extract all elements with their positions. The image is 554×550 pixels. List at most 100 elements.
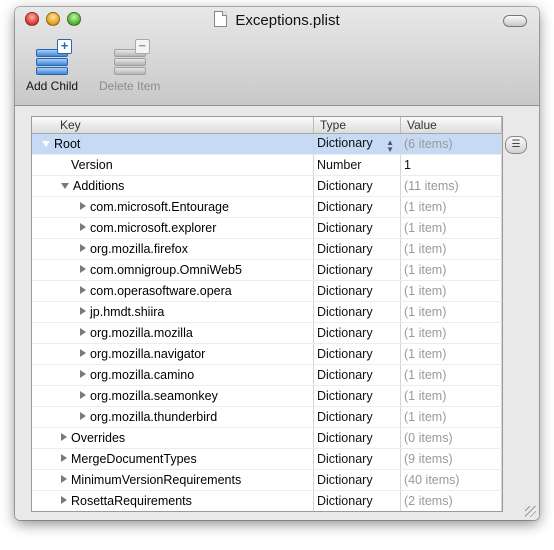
key-cell[interactable]: Overrides — [32, 427, 314, 449]
key-cell[interactable]: Additions — [32, 175, 314, 197]
table-row[interactable]: MergeDocumentTypes Dictionary (9 items) — [32, 448, 502, 470]
add-child-button[interactable]: + Add Child — [26, 39, 78, 93]
column-header-value[interactable]: Value — [400, 117, 502, 134]
key-cell[interactable]: org.mozilla.seamonkey — [32, 385, 314, 407]
disclosure-closed-icon[interactable] — [80, 265, 86, 273]
key-cell[interactable]: jp.hmdt.shiira — [32, 301, 314, 323]
type-cell[interactable]: Dictionary ▲ ▼ — [313, 133, 401, 155]
disclosure-closed-icon[interactable] — [80, 223, 86, 231]
key-cell[interactable]: org.mozilla.camino — [32, 364, 314, 386]
type-cell[interactable]: Dictionary — [313, 343, 401, 365]
table-row[interactable]: org.mozilla.thunderbird Dictionary (1 item… — [32, 406, 502, 428]
disclosure-closed-icon[interactable] — [61, 433, 67, 441]
disclosure-closed-icon[interactable] — [61, 475, 67, 483]
key-label: com.microsoft.explorer — [90, 221, 217, 235]
value-cell[interactable]: (40 items) — [400, 469, 502, 491]
key-cell[interactable]: RosettaRequirements — [32, 490, 314, 511]
value-cell[interactable]: (0 items) — [400, 427, 502, 449]
type-cell[interactable]: Dictionary — [313, 385, 401, 407]
plist-outline-view[interactable]: Key Type Value Root Dictionary ▲ ▼ (6 items)… — [31, 116, 503, 512]
table-row[interactable]: Version Number 1 — [32, 154, 502, 176]
key-cell[interactable]: Root — [32, 133, 314, 155]
type-cell[interactable]: Dictionary — [313, 280, 401, 302]
column-header-type[interactable]: Type — [313, 117, 401, 134]
value-cell[interactable]: (1 item) — [400, 406, 502, 428]
type-cell[interactable]: Dictionary — [313, 490, 401, 511]
table-row[interactable]: org.mozilla.firefox Dictionary (1 item) — [32, 238, 502, 260]
type-cell[interactable]: Number — [313, 154, 401, 176]
value-cell[interactable]: (1 item) — [400, 196, 502, 218]
value-cell[interactable]: (2 items) — [400, 490, 502, 511]
disclosure-closed-icon[interactable] — [80, 244, 86, 252]
disclosure-open-icon[interactable] — [42, 141, 50, 147]
type-cell[interactable]: Dictionary — [313, 196, 401, 218]
type-popup-stepper-icon[interactable]: ▲ ▼ — [386, 138, 394, 153]
table-row[interactable]: com.operasoftware.opera Dictionary (1 item… — [32, 280, 502, 302]
type-cell[interactable]: Dictionary — [313, 238, 401, 260]
value-cell[interactable]: (1 item) — [400, 385, 502, 407]
table-row[interactable]: org.mozilla.mozilla Dictionary (1 item) — [32, 322, 502, 344]
table-row[interactable]: com.microsoft.Entourage Dictionary (1 item… — [32, 196, 502, 218]
key-cell[interactable]: com.omnigroup.OmniWeb5 — [32, 259, 314, 281]
key-cell[interactable]: com.microsoft.Entourage — [32, 196, 314, 218]
delete-item-button[interactable]: − Delete Item — [99, 39, 160, 93]
value-cell[interactable]: (9 items) — [400, 448, 502, 470]
type-cell[interactable]: Dictionary — [313, 448, 401, 470]
key-cell[interactable]: org.mozilla.navigator — [32, 343, 314, 365]
key-cell[interactable]: org.mozilla.firefox — [32, 238, 314, 260]
disclosure-closed-icon[interactable] — [80, 391, 86, 399]
table-row[interactable]: jp.hmdt.shiira Dictionary (1 item) — [32, 301, 502, 323]
table-row[interactable]: com.omnigroup.OmniWeb5 Dictionary (1 item) — [32, 259, 502, 281]
column-header-key[interactable]: Key — [32, 117, 314, 134]
disclosure-closed-icon[interactable] — [80, 412, 86, 420]
type-cell[interactable]: Dictionary — [313, 427, 401, 449]
row-options-button[interactable]: ☰ — [505, 136, 527, 154]
type-cell[interactable]: Dictionary — [313, 259, 401, 281]
type-cell[interactable]: Dictionary — [313, 322, 401, 344]
key-cell[interactable]: MergeDocumentTypes — [32, 448, 314, 470]
table-row[interactable]: com.microsoft.explorer Dictionary (1 item) — [32, 217, 502, 239]
table-row[interactable]: org.mozilla.camino Dictionary (1 item) — [32, 364, 502, 386]
type-cell[interactable]: Dictionary — [313, 301, 401, 323]
table-row[interactable]: Root Dictionary ▲ ▼ (6 items) — [32, 133, 502, 155]
type-cell[interactable]: Dictionary — [313, 406, 401, 428]
key-cell[interactable]: org.mozilla.mozilla — [32, 322, 314, 344]
table-row[interactable]: Overrides Dictionary (0 items) — [32, 427, 502, 449]
disclosure-closed-icon[interactable] — [80, 349, 86, 357]
disclosure-closed-icon[interactable] — [80, 328, 86, 336]
key-cell[interactable]: Version — [32, 154, 314, 176]
key-cell[interactable]: com.operasoftware.opera — [32, 280, 314, 302]
value-cell[interactable]: (1 item) — [400, 322, 502, 344]
type-cell[interactable]: Dictionary — [313, 469, 401, 491]
type-cell[interactable]: Dictionary — [313, 364, 401, 386]
value-cell[interactable]: (1 item) — [400, 343, 502, 365]
disclosure-closed-icon[interactable] — [61, 496, 67, 504]
disclosure-closed-icon[interactable] — [80, 370, 86, 378]
key-cell[interactable]: com.microsoft.explorer — [32, 217, 314, 239]
key-cell[interactable]: org.mozilla.thunderbird — [32, 406, 314, 428]
disclosure-closed-icon[interactable] — [80, 307, 86, 315]
type-cell[interactable]: Dictionary — [313, 217, 401, 239]
value-cell[interactable]: (1 item) — [400, 364, 502, 386]
resize-grip[interactable] — [525, 506, 536, 517]
value-cell[interactable]: (1 item) — [400, 238, 502, 260]
table-row[interactable]: MinimumVersionRequirements Dictionary (40 … — [32, 469, 502, 491]
disclosure-closed-icon[interactable] — [80, 286, 86, 294]
toolbar-toggle-button[interactable] — [503, 15, 527, 27]
disclosure-closed-icon[interactable] — [80, 202, 86, 210]
type-cell[interactable]: Dictionary — [313, 175, 401, 197]
value-cell[interactable]: (1 item) — [400, 301, 502, 323]
value-cell[interactable]: (1 item) — [400, 259, 502, 281]
value-cell[interactable]: 1 — [400, 154, 502, 176]
value-cell[interactable]: (1 item) — [400, 217, 502, 239]
key-cell[interactable]: MinimumVersionRequirements — [32, 469, 314, 491]
value-cell[interactable]: (11 items) — [400, 175, 502, 197]
table-row[interactable]: Additions Dictionary (11 items) — [32, 175, 502, 197]
disclosure-open-icon[interactable] — [61, 183, 69, 189]
table-row[interactable]: org.mozilla.navigator Dictionary (1 item) — [32, 343, 502, 365]
value-cell[interactable]: (1 item) — [400, 280, 502, 302]
value-cell[interactable]: (6 items) — [400, 133, 502, 155]
table-row[interactable]: RosettaRequirements Dictionary (2 items) — [32, 490, 502, 511]
disclosure-closed-icon[interactable] — [61, 454, 67, 462]
table-row[interactable]: org.mozilla.seamonkey Dictionary (1 item) — [32, 385, 502, 407]
